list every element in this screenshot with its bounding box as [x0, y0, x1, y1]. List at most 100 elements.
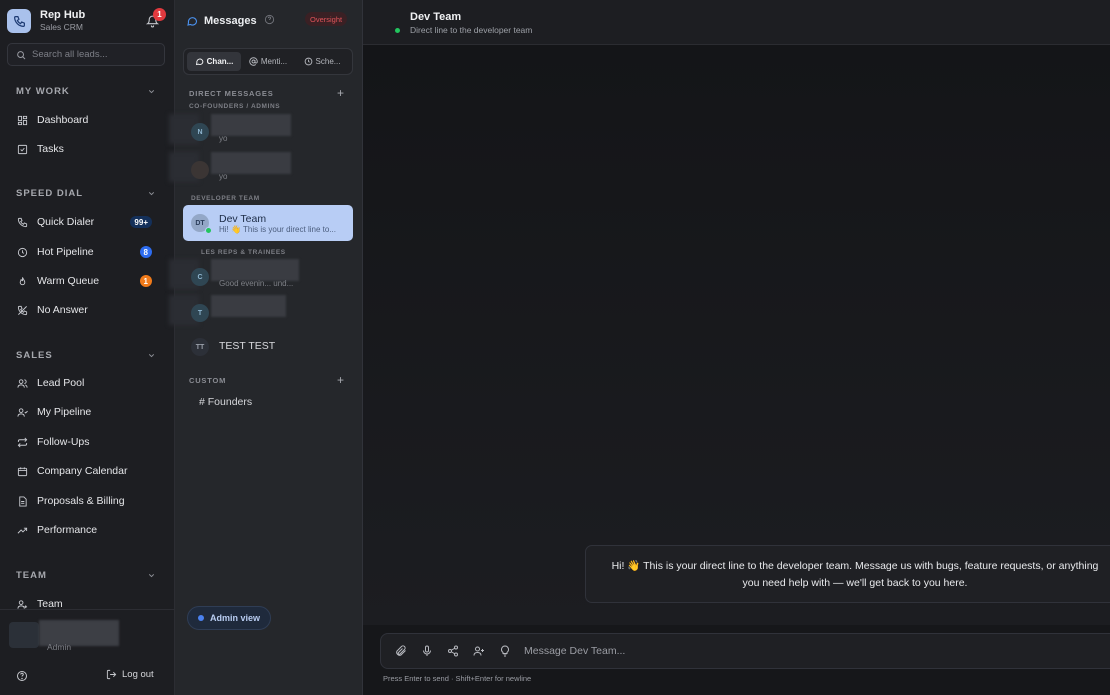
- add-channel-icon[interactable]: +: [337, 374, 344, 386]
- logout-button[interactable]: Log out: [106, 669, 154, 680]
- chevron-down-icon: [148, 574, 155, 578]
- nav-item-my-pipeline[interactable]: My Pipeline: [16, 403, 158, 421]
- user-role: Admin: [47, 642, 72, 652]
- user-add-icon[interactable]: [472, 645, 485, 658]
- microphone-icon[interactable]: [420, 645, 433, 658]
- dm-name: TEST TEST: [219, 340, 276, 352]
- online-indicator: [205, 227, 212, 234]
- dm-preview: Hi! 👋 This is your direct line to...: [219, 225, 336, 234]
- nav-item-company-calendar[interactable]: Company Calendar: [16, 462, 158, 480]
- dm-item-test-test[interactable]: TT TEST TEST: [183, 329, 353, 365]
- section-title: SALES: [16, 350, 53, 361]
- nav-label: Performance: [37, 524, 98, 536]
- users-icon: [16, 377, 28, 389]
- section-sales[interactable]: SALES: [16, 350, 156, 361]
- dm-item[interactable]: C Good evenin... und...: [169, 259, 353, 295]
- section-title: SPEED DIAL: [16, 188, 84, 199]
- chevron-down-icon: [148, 354, 155, 358]
- dm-item[interactable]: T: [169, 295, 353, 331]
- nav-item-proposals-billing[interactable]: Proposals & Billing: [16, 492, 158, 510]
- phone-logo-icon: [7, 9, 31, 33]
- nav-item-performance[interactable]: Performance: [16, 521, 158, 539]
- lightbulb-icon[interactable]: [498, 645, 511, 658]
- nav-item-dashboard[interactable]: Dashboard: [16, 111, 158, 129]
- section-my-work[interactable]: MY WORK: [16, 86, 156, 97]
- section-speed-dial[interactable]: SPEED DIAL: [16, 188, 156, 199]
- paperclip-icon[interactable]: [394, 645, 407, 658]
- dm-preview: yo: [219, 172, 228, 181]
- help-icon[interactable]: [264, 12, 275, 30]
- at-icon: [249, 57, 258, 66]
- brand-name: Rep Hub: [40, 9, 86, 21]
- nav-label: Follow-Ups: [37, 436, 90, 448]
- nav-item-hot-pipeline[interactable]: Hot Pipeline 8: [16, 243, 158, 261]
- tab-label: Chan...: [206, 57, 234, 66]
- sub-label-cofounders: CO-FOUNDERS / ADMINS: [189, 103, 281, 110]
- search-box[interactable]: [7, 43, 165, 66]
- nav-label: Warm Queue: [37, 275, 100, 287]
- count-badge: 8: [139, 246, 152, 258]
- tab-mentions[interactable]: Menti...: [241, 52, 295, 71]
- channel-name: # Founders: [199, 396, 253, 408]
- admin-view-label: Admin view: [210, 613, 261, 623]
- channel-item-founders[interactable]: # Founders: [193, 396, 252, 408]
- messages-title: Messages: [204, 15, 257, 27]
- conversation-pane: Dev Team Direct line to the developer te…: [363, 0, 1110, 695]
- grid-icon: [16, 114, 28, 126]
- dm-item[interactable]: yo: [169, 152, 353, 188]
- conversation-title: Dev Team: [410, 11, 462, 23]
- trend-icon: [16, 524, 28, 536]
- logout-icon: [106, 669, 117, 680]
- avatar: N: [191, 123, 209, 141]
- avatar: TT: [191, 338, 209, 356]
- brand[interactable]: Rep Hub Sales CRM: [7, 9, 85, 33]
- message-area[interactable]: [363, 45, 1110, 625]
- conversation-subtitle: Direct line to the developer team: [410, 25, 533, 35]
- chat-bubble-icon: [187, 17, 198, 26]
- composer-hint: Press Enter to send · Shift+Enter for ne…: [383, 674, 532, 683]
- nav-label: No Answer: [37, 304, 88, 316]
- message-input[interactable]: [524, 645, 924, 657]
- avatar: T: [191, 304, 209, 322]
- chevron-down-icon: [148, 192, 155, 196]
- section-title: TEAM: [16, 570, 47, 581]
- dm-item-dev-team[interactable]: DT Dev Team Hi! 👋 This is your direct li…: [183, 205, 353, 241]
- search-input[interactable]: [32, 49, 152, 60]
- nav-item-lead-pool[interactable]: Lead Pool: [16, 374, 158, 392]
- clock-icon: [16, 246, 28, 258]
- welcome-line: you need help with — we'll get back to y…: [742, 577, 968, 589]
- nav-item-follow-ups[interactable]: Follow-Ups: [16, 433, 158, 451]
- nav-item-no-answer[interactable]: No Answer: [16, 301, 158, 319]
- tab-channels[interactable]: Chan...: [187, 52, 241, 71]
- clock-icon: [304, 57, 312, 66]
- add-dm-icon[interactable]: +: [337, 87, 344, 99]
- nav-label: Quick Dialer: [37, 216, 95, 228]
- repeat-icon: [16, 436, 28, 448]
- nav-label: Hot Pipeline: [37, 246, 94, 258]
- count-badge: 1: [139, 275, 152, 287]
- help-icon[interactable]: [16, 669, 28, 687]
- dm-preview: Good evenin... und...: [219, 279, 294, 288]
- nav-label: Lead Pool: [37, 377, 85, 389]
- welcome-message: Hi! 👋 This is your direct line to the de…: [585, 545, 1110, 603]
- status-dot: [198, 615, 204, 621]
- redacted-name: [211, 114, 291, 136]
- avatar[interactable]: [9, 622, 39, 648]
- nav-label: Proposals & Billing: [37, 495, 125, 507]
- nav-item-warm-queue[interactable]: Warm Queue 1: [16, 272, 158, 290]
- nav-item-quick-dialer[interactable]: Quick Dialer 99+: [16, 213, 158, 231]
- sub-label-developer-team: DEVELOPER TEAM: [191, 195, 260, 202]
- dm-item[interactable]: N yo: [169, 114, 353, 150]
- phone-icon: [16, 216, 28, 228]
- messages-header: Messages: [186, 12, 275, 30]
- nav-item-tasks[interactable]: Tasks: [16, 140, 158, 158]
- app-root: Rep Hub Sales CRM 1 MY WORK Dashboard Ta…: [0, 0, 1110, 695]
- messages-panel: Messages Oversight Chan... Menti... Sche…: [169, 0, 363, 695]
- tab-scheduled[interactable]: Sche...: [295, 52, 349, 71]
- section-team[interactable]: TEAM: [16, 570, 156, 581]
- brand-subtitle: Sales CRM: [40, 22, 83, 32]
- admin-view-button[interactable]: Admin view: [187, 606, 272, 630]
- share-icon[interactable]: [446, 645, 459, 658]
- logout-label: Log out: [122, 669, 154, 680]
- oversight-badge[interactable]: Oversight: [305, 12, 348, 26]
